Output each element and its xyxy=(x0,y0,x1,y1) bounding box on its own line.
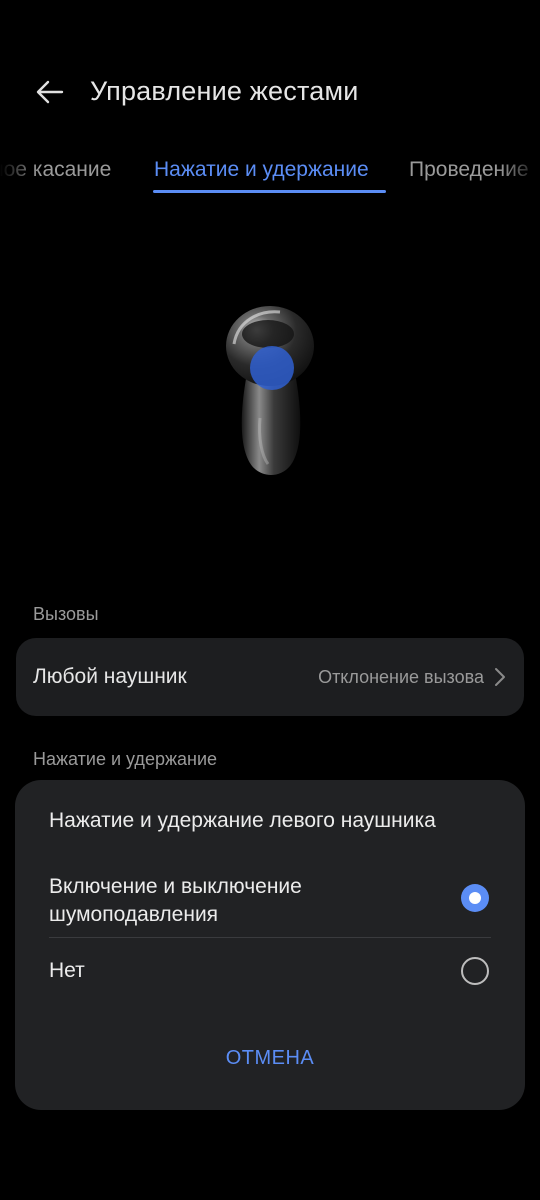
option-label: Нет xyxy=(49,959,85,982)
app-header: Управление жестами xyxy=(0,0,540,150)
section-label-calls: Вызовы xyxy=(33,604,99,624)
any-earbud-label: Любой наушник xyxy=(33,665,187,688)
earbud-illustration xyxy=(226,306,314,475)
arrow-left-icon xyxy=(36,80,64,104)
page-title: Управление жестами xyxy=(90,76,359,106)
dialog-title: Нажатие и удержание левого наушника xyxy=(49,809,436,832)
back-button[interactable] xyxy=(30,72,70,112)
tab-bar: ное касание Нажатие и удержание Проведен… xyxy=(0,152,540,198)
active-tab-indicator xyxy=(153,190,386,193)
press-hold-dialog: Нажатие и удержание левого наушника Вклю… xyxy=(15,780,525,1110)
call-action-value: Отклонение вызова xyxy=(318,667,484,687)
any-earbud-row[interactable]: Любой наушник Отклонение вызова xyxy=(16,638,524,716)
option-noise-cancelling[interactable]: Включение и выключение шумоподавления xyxy=(49,871,491,937)
radio-unselected[interactable] xyxy=(461,957,489,985)
tab-press-and-hold[interactable]: Нажатие и удержание xyxy=(154,158,369,182)
option-none[interactable]: Нет xyxy=(49,938,491,1004)
chevron-right-icon xyxy=(495,668,505,686)
radio-dot xyxy=(469,892,481,904)
tab-fade-right xyxy=(500,152,540,198)
option-label: Включение и выключение шумоподавления xyxy=(49,875,302,926)
radio-selected[interactable] xyxy=(461,884,489,912)
section-label-press-and-hold: Нажатие и удержание xyxy=(33,749,218,769)
cancel-button[interactable]: ОТМЕНА xyxy=(170,1038,370,1078)
tab-fade-left xyxy=(0,152,40,198)
